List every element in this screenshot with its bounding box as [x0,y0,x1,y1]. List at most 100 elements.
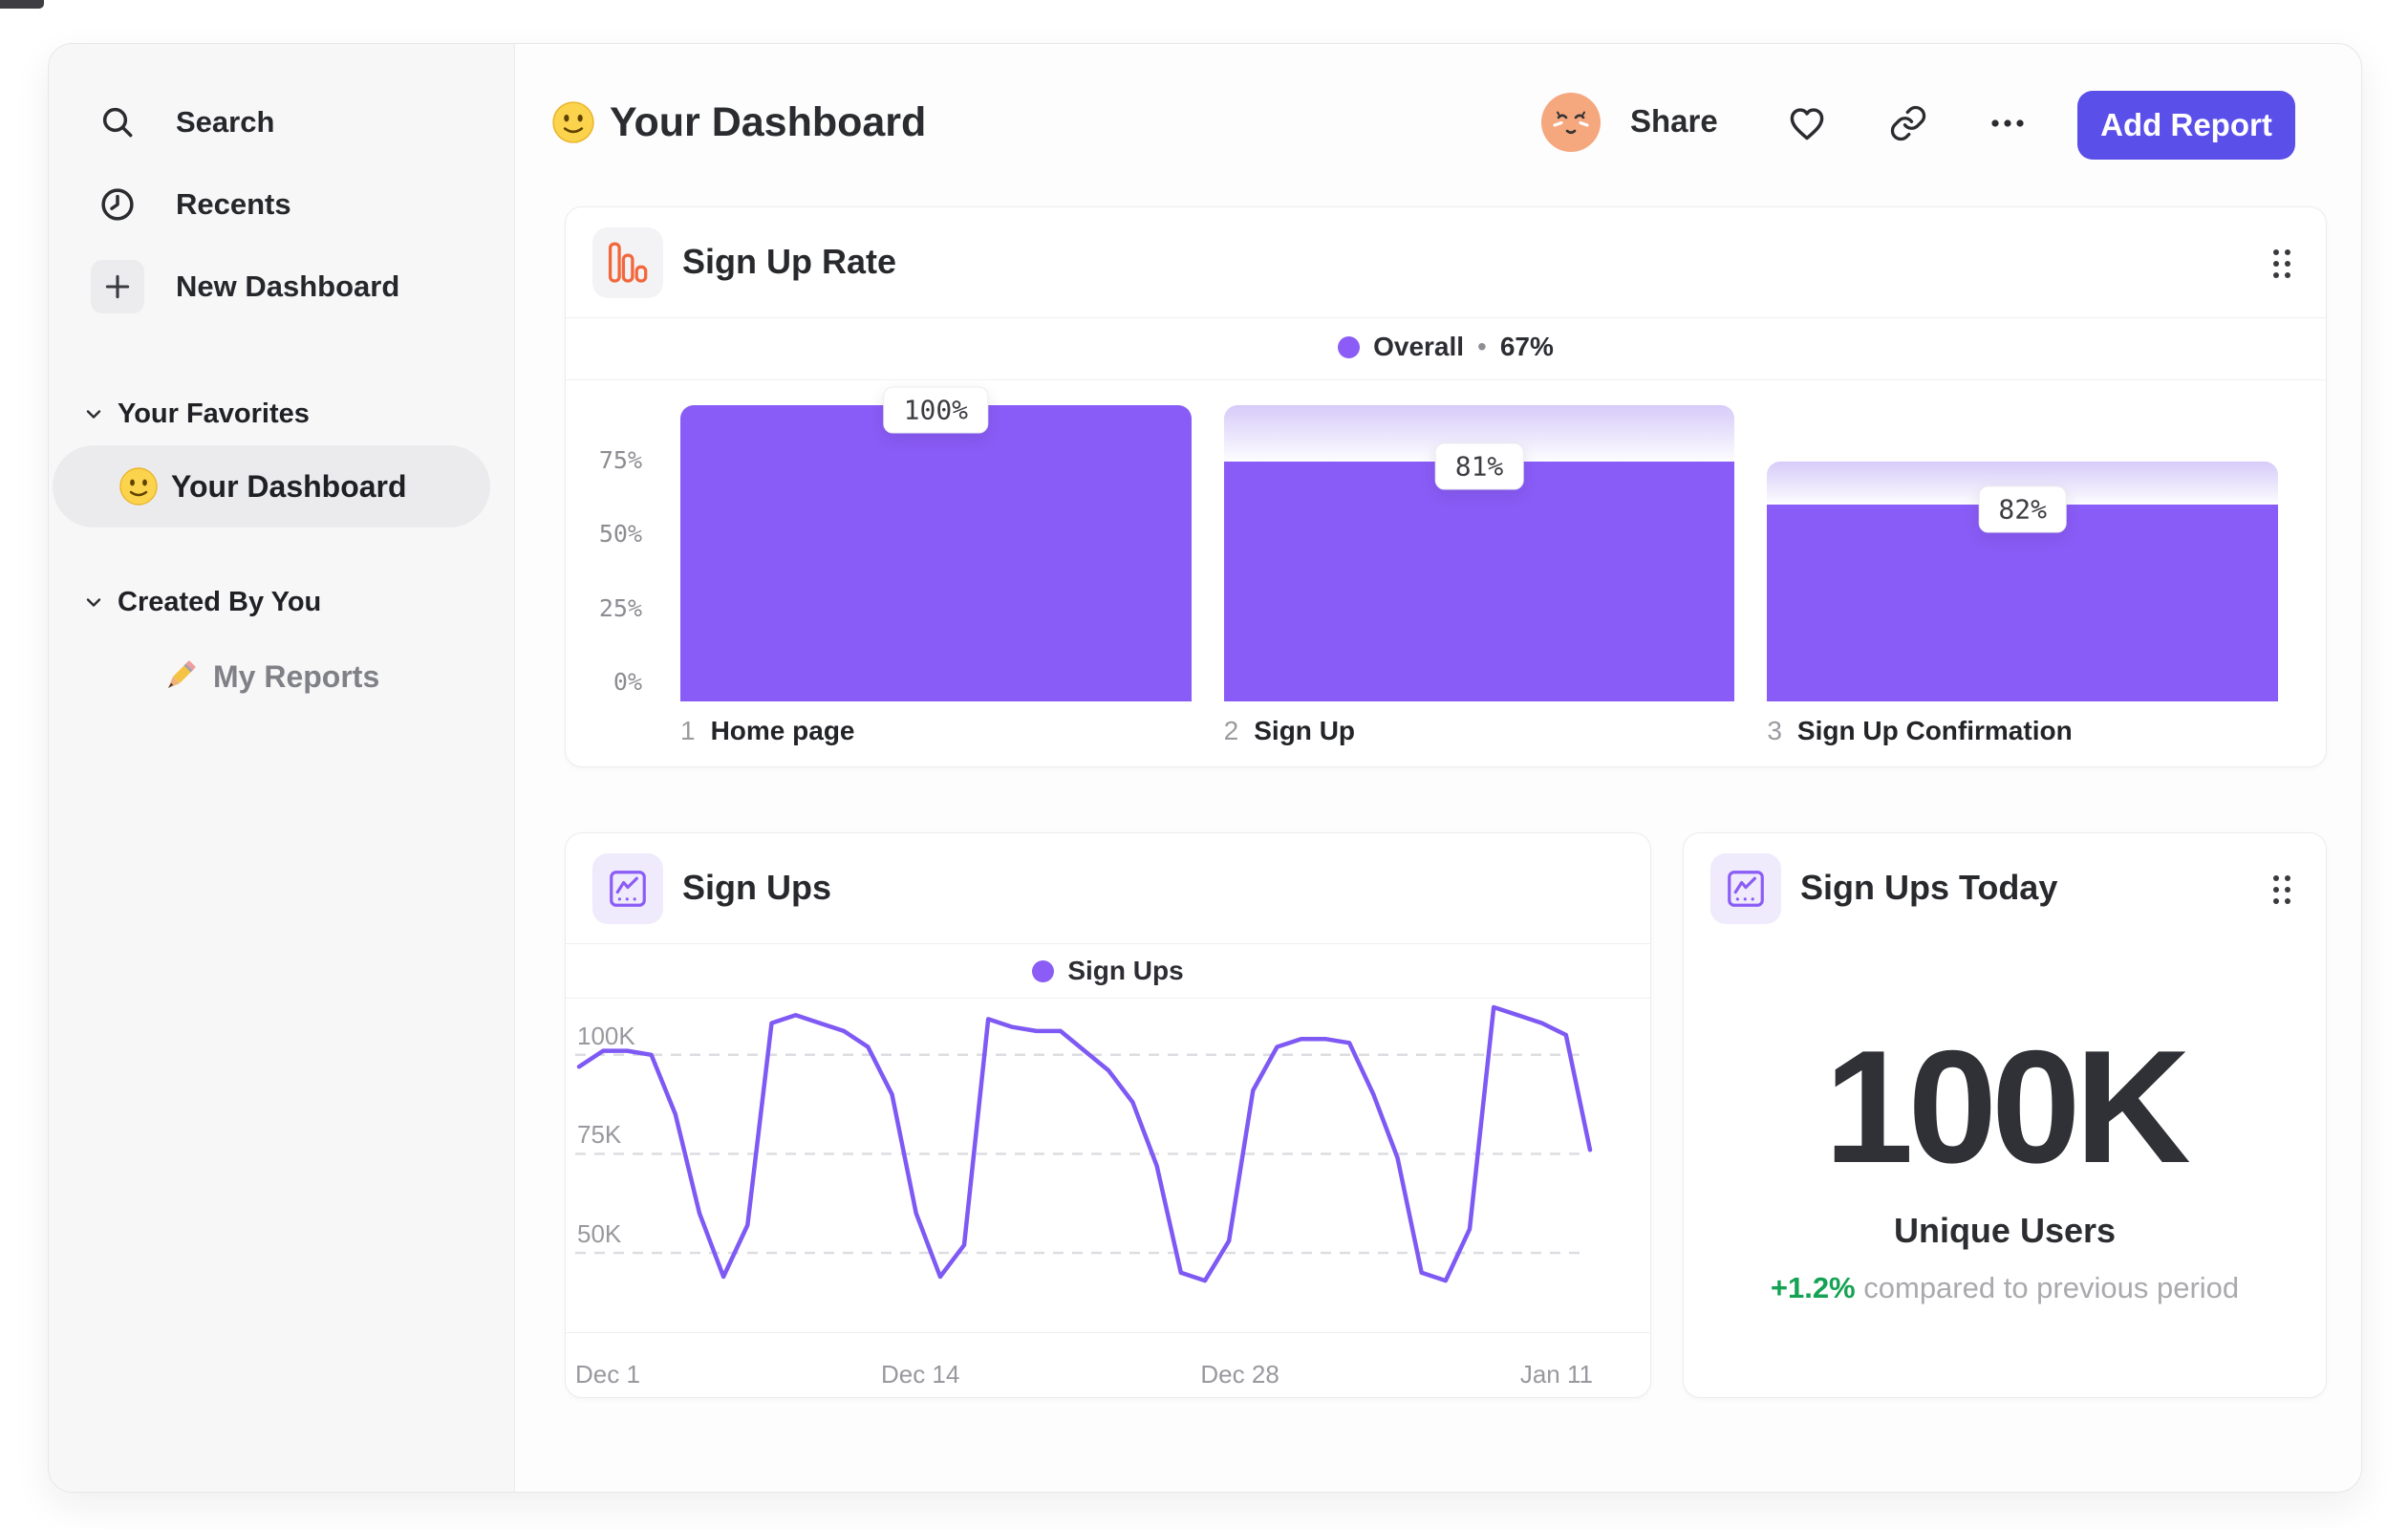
card-header: Sign Ups [566,833,1650,943]
sidebar-item-label: Search [176,105,275,139]
slightly-smiling-face-emoji [119,467,158,506]
main-content: Your Dashboard Share Add Report Sign Up … [514,44,2361,1492]
kpi-delta-caption: compared to previous period [1863,1271,2240,1304]
divider [566,943,1650,944]
chevron-down-icon [81,401,106,426]
funnel-step-labels: 1 Home page 2 Sign Up 3 Sign Up Confirmation [680,716,2278,746]
axis-tick: 50% [598,520,642,548]
axis-tick: Jan 11 [1519,1360,1593,1389]
dashboard-header: Your Dashboard Share Add Report [514,44,2361,206]
sidebar-item-new-dashboard[interactable]: New Dashboard [49,246,514,328]
axis-tick: 50K [577,1219,622,1249]
funnel-legend[interactable]: Overall • 67% [566,330,2326,364]
sidebar-item-label: Recents [176,187,291,221]
section-title: Your Favorites [118,398,310,429]
divider [566,379,2326,380]
page-title: Your Dashboard [610,99,927,145]
axis-tick: Dec 28 [1200,1360,1279,1389]
step-index: 1 [680,716,696,745]
divider [566,998,1650,999]
sidebar: Search Recents New Dashboard Your Favori… [49,44,515,1492]
funnel-bar-solid [680,405,1192,701]
cropped-window-fragment [0,0,44,9]
sidebar-section-created-by-you[interactable]: Created By You [49,578,514,626]
step-name: Sign Up Confirmation [1796,716,2073,745]
funnel-step-label: 3 Sign Up Confirmation [1767,716,2278,746]
step-index: 3 [1767,716,1782,745]
funnel-bar-value-tooltip: 81% [1434,442,1524,490]
legend-value: 67% [1499,332,1554,361]
funnel-step-label: 1 Home page [680,716,1192,746]
pencil-emoji [160,657,200,697]
kpi-value: 100K [1824,1017,2191,1196]
page: Search Recents New Dashboard Your Favori… [0,0,2408,1529]
legend-label: Overall [1373,332,1465,361]
line-legend[interactable]: Sign Ups [566,954,1650,988]
funnel-y-axis: 75% 50% 25% 0% [599,405,642,701]
bar-chart-icon [592,227,663,298]
kpi-label: Unique Users [1893,1211,2117,1250]
legend-dot [1338,335,1361,358]
sidebar-item-label: New Dashboard [176,269,400,303]
funnel-bar-solid [1767,505,2279,701]
heart-icon[interactable] [1785,101,1829,145]
card-title: Sign Up Rate [682,242,897,281]
axis-tick: Dec 14 [880,1360,960,1389]
legend-dot [1032,959,1055,982]
slightly-smiling-face-emoji [552,101,594,143]
drag-handle-icon[interactable] [2263,868,2301,912]
divider [566,317,2326,318]
axis-tick: 100K [577,1021,635,1050]
sign-ups-card: Sign Ups Sign Ups 100K 75K 50K Dec 1 Dec 14… [565,832,1651,1398]
sign-ups-today-card: Sign Ups Today 100K Unique Users +1.2% c… [1683,832,2327,1398]
avatar[interactable] [1541,93,1601,152]
sidebar-item-search[interactable]: Search [49,81,514,163]
funnel-bar-value-tooltip: 100% [883,386,989,434]
funnel-bar: 100% [680,386,1192,701]
axis-tick: Dec 1 [575,1360,640,1389]
sidebar-item-recents[interactable]: Recents [49,163,514,246]
funnel-bars: 100% 81% 82% [680,386,2279,701]
line-x-axis: Dec 1 Dec 14 Dec 28 Jan 11 [575,1332,1593,1395]
legend-separator: • [1477,332,1487,361]
more-ellipsis-icon[interactable] [1986,101,2030,145]
sidebar-item-label: My Reports [213,658,380,694]
step-name: Sign Up [1254,716,1356,745]
kpi-delta: +1.2% [1770,1271,1856,1304]
card-title: Sign Ups [682,868,832,907]
search-icon [91,96,144,149]
link-icon[interactable] [1886,101,1930,145]
card-header: Sign Ups Today [1684,833,2326,943]
step-index: 2 [1223,716,1239,745]
card-header: Sign Up Rate [566,207,2326,317]
axis-tick: 0% [613,668,642,696]
sidebar-section-your-favorites[interactable]: Your Favorites [49,390,514,438]
funnel-chart: 75% 50% 25% 0% 100% 81% 82% [599,386,2279,701]
add-report-button[interactable]: Add Report [2077,91,2295,160]
funnel-bar: 82% [1767,405,2279,701]
sidebar-item-your-dashboard[interactable]: Your Dashboard [53,445,490,528]
step-name: Home page [710,716,855,745]
section-title: Created By You [118,586,322,617]
axis-tick: 25% [598,593,642,622]
funnel-bar-value-tooltip: 82% [1978,485,2067,533]
sidebar-item-my-reports[interactable]: My Reports [49,635,514,718]
line-chart-icon [1710,853,1781,924]
axis-tick: 75K [577,1120,622,1150]
kpi-delta-row: +1.2% compared to previous period [1684,1271,2326,1305]
chevron-down-icon [81,590,106,614]
line-series [576,1004,1593,1283]
clock-icon [91,178,144,231]
sign-up-rate-card: Sign Up Rate Overall • 67% 75% 50% 25% 0… [565,206,2327,767]
share-button[interactable]: Share [1630,103,1718,140]
axis-tick: 75% [598,445,642,474]
drag-handle-icon[interactable] [2263,242,2301,286]
line-chart-icon [592,853,663,924]
app-window: Search Recents New Dashboard Your Favori… [48,43,2362,1493]
plus-icon [91,260,144,313]
line-chart: 100K 75K 50K [575,1004,1593,1332]
funnel-step-label: 2 Sign Up [1224,716,1735,746]
card-title: Sign Ups Today [1800,868,2058,907]
sidebar-item-label: Your Dashboard [171,468,407,504]
funnel-bar-solid [1223,461,1735,701]
